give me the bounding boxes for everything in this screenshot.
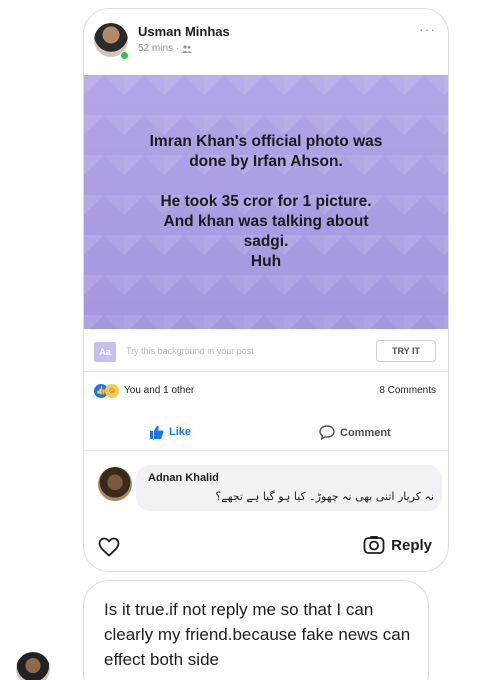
received-message[interactable]: Is it true.if not reply me so that I can…	[83, 580, 429, 680]
comment-text: نہ کریار اتنی بھی نہ چھوڑ۔ کیا ہو گیا ہے…	[215, 490, 434, 503]
comment-button[interactable]: Comment	[319, 425, 391, 440]
sender-avatar[interactable]	[16, 652, 50, 680]
post-actions: Like Comment	[84, 421, 448, 451]
reaction-icons[interactable]: 👍 ☺	[94, 384, 119, 398]
comment-label: Comment	[340, 426, 391, 439]
comments-count[interactable]: 8 Comments	[379, 385, 436, 396]
post-line: And khan was talking about	[163, 213, 369, 230]
more-icon[interactable]: ···	[419, 21, 436, 37]
reactions-summary[interactable]: You and 1 other	[124, 385, 194, 396]
post-time: 52 mins	[138, 43, 174, 54]
post-meta: 52 mins ·	[138, 43, 193, 54]
post-line: sadgi.	[243, 233, 289, 250]
post-line: done by Irfan Ahson.	[189, 153, 343, 170]
shared-post-message[interactable]: Usman Minhas 52 mins · ··· Imran Khan's …	[83, 8, 449, 572]
try-background-text: Try this background in your post	[126, 346, 254, 356]
background-aa-icon: Aa	[94, 342, 116, 362]
screen: Usman Minhas 52 mins · ··· Imran Khan's …	[0, 0, 503, 680]
post-line: Huh	[250, 253, 282, 270]
reply-label: Reply	[391, 536, 432, 554]
message-text: Is it true.if not reply me so that I can…	[104, 600, 411, 669]
like-label: Like	[169, 426, 192, 438]
commenter-name[interactable]: Adnan Khalid	[148, 472, 219, 484]
top-comment: Adnan Khalid نہ کریار اتنی بھی نہ چھوڑ۔ …	[84, 461, 448, 521]
reactions-row: 👍 ☺ You and 1 other 8 Comments	[84, 381, 448, 405]
post-line: He took 35 cror for 1 picture.	[160, 193, 372, 210]
reply-button[interactable]: Reply	[363, 535, 432, 555]
try-it-button[interactable]: TRY IT	[376, 340, 436, 362]
online-status-dot	[120, 51, 129, 60]
comment-bubble[interactable]: Adnan Khalid نہ کریار اتنی بھی نہ چھوڑ۔ …	[136, 465, 442, 511]
heart-icon[interactable]	[98, 537, 120, 557]
meta-separator: ·	[176, 43, 180, 54]
post-header: Usman Minhas 52 mins · ···	[84, 9, 448, 79]
post-background-text: Imran Khan's official photo was done by …	[84, 75, 448, 329]
post-author-name[interactable]: Usman Minhas	[138, 24, 230, 39]
like-button[interactable]: Like	[150, 425, 191, 439]
camera-reply-icon	[363, 536, 385, 554]
like-thumb-icon	[150, 425, 164, 439]
try-background-row: Aa Try this background in your post TRY …	[84, 332, 448, 372]
friends-icon	[182, 44, 193, 53]
message-footer: Reply	[84, 529, 448, 569]
post-line: Imran Khan's official photo was	[149, 133, 383, 150]
commenter-avatar[interactable]	[98, 467, 132, 501]
comment-icon	[319, 425, 335, 440]
haha-reaction-icon: ☺	[105, 384, 119, 398]
